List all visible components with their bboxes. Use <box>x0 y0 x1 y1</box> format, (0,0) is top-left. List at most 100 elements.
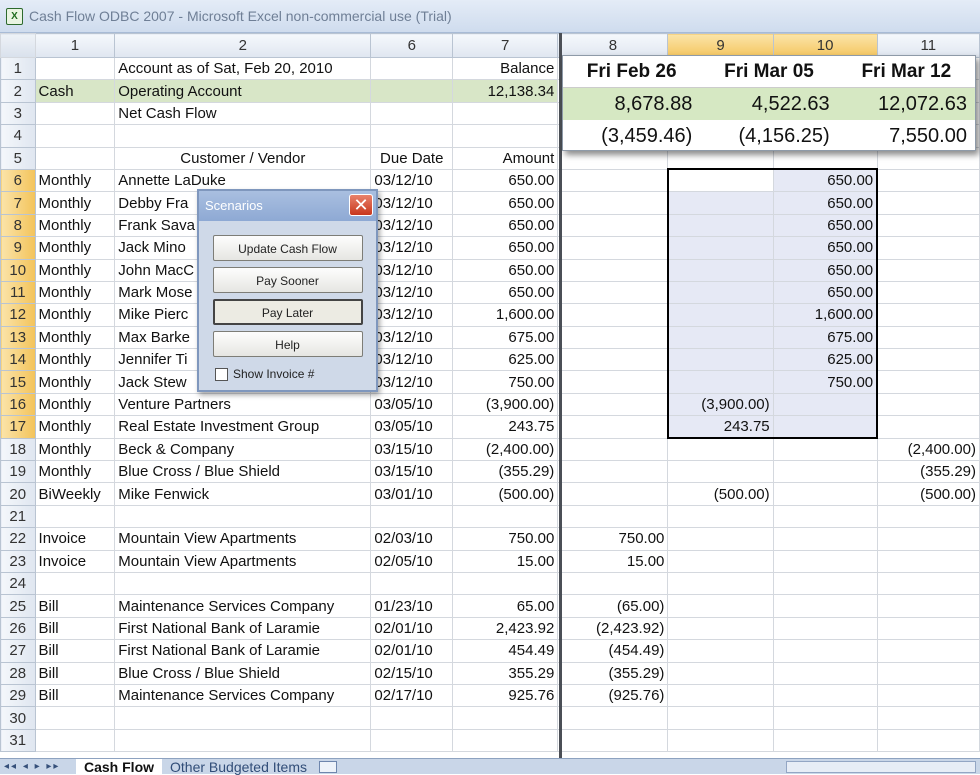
cell[interactable]: (355.29) <box>557 661 669 685</box>
cell[interactable] <box>772 549 878 573</box>
cell[interactable] <box>34 101 116 126</box>
cell[interactable] <box>772 728 878 753</box>
table-row[interactable]: 21 <box>0 504 980 529</box>
cell[interactable]: Monthly <box>34 168 116 193</box>
cell[interactable]: Monthly <box>34 392 116 417</box>
cell[interactable] <box>452 504 559 529</box>
cell[interactable] <box>452 571 559 596</box>
cell[interactable] <box>876 571 980 596</box>
cell[interactable] <box>876 549 980 573</box>
cell[interactable]: Due Date <box>370 146 454 170</box>
cell[interactable] <box>667 616 774 641</box>
cell[interactable]: Customer / Vendor <box>114 146 372 170</box>
cell[interactable] <box>772 460 878 484</box>
show-invoice-checkbox[interactable] <box>215 367 228 381</box>
cell[interactable] <box>557 460 669 484</box>
row-header[interactable]: 3 <box>0 101 36 126</box>
cell[interactable] <box>557 370 669 394</box>
cell[interactable]: (925.76) <box>557 683 669 708</box>
table-row[interactable]: 31 <box>0 728 980 753</box>
cell[interactable] <box>452 728 559 753</box>
table-row[interactable]: 17 Monthly Real Estate Investment Group 03/… <box>0 415 980 440</box>
cell[interactable] <box>772 706 878 730</box>
cell[interactable]: Blue Cross / Blue Shield <box>114 460 372 484</box>
column-header[interactable]: 7 <box>452 33 559 58</box>
cell[interactable]: Monthly <box>34 325 116 350</box>
cell[interactable] <box>666 258 774 282</box>
table-row[interactable]: 12 Monthly Mike Pierc 03/12/10 1,600.00 1,600… <box>0 303 980 327</box>
cell[interactable] <box>557 504 669 529</box>
cell[interactable] <box>876 348 980 372</box>
row-header[interactable]: 22 <box>0 527 36 551</box>
cell[interactable]: Monthly <box>34 280 116 305</box>
cell[interactable]: 03/12/10 <box>370 370 454 394</box>
row-header[interactable]: 15 <box>0 370 36 394</box>
table-row[interactable]: 25 Bill Maintenance Services Company 01/23/… <box>0 594 980 618</box>
cell[interactable]: Operating Account <box>114 79 372 103</box>
cell[interactable] <box>114 124 372 148</box>
cell[interactable]: 03/12/10 <box>370 303 454 327</box>
cell[interactable]: Maintenance Services Company <box>114 594 372 618</box>
cell[interactable]: 243.75 <box>452 415 559 439</box>
cell[interactable]: 650.00 <box>772 280 879 305</box>
pay-later-button[interactable]: Pay Later <box>212 299 363 325</box>
cell[interactable]: 625.00 <box>772 348 879 372</box>
cell[interactable] <box>114 504 372 529</box>
cell[interactable]: Real Estate Investment Group <box>114 415 372 439</box>
cell[interactable]: 355.29 <box>452 661 559 685</box>
cell[interactable] <box>667 460 774 484</box>
table-row[interactable]: 18 Monthly Beck & Company 03/15/10 (2,400.00… <box>0 437 980 462</box>
cell[interactable]: 650.00 <box>772 258 879 282</box>
table-row[interactable]: 24 <box>0 571 980 596</box>
cell[interactable]: (454.49) <box>557 639 669 663</box>
cell[interactable]: 03/12/10 <box>370 280 454 305</box>
row-header[interactable]: 18 <box>0 437 36 462</box>
cell[interactable] <box>876 683 980 708</box>
cell[interactable]: (355.29) <box>876 460 980 484</box>
cell[interactable] <box>370 79 454 103</box>
cell[interactable] <box>772 594 878 618</box>
row-header[interactable]: 11 <box>0 280 36 305</box>
row-header[interactable]: 4 <box>0 124 36 148</box>
cell[interactable]: Account as of Sat, Feb 20, 2010 <box>114 56 372 81</box>
cell[interactable] <box>666 280 774 305</box>
cell[interactable] <box>557 437 669 462</box>
cell[interactable]: 454.49 <box>452 639 559 663</box>
cell[interactable] <box>557 348 669 372</box>
cell[interactable] <box>370 124 454 148</box>
cell[interactable] <box>772 437 878 462</box>
cell[interactable]: Monthly <box>34 303 116 327</box>
cell[interactable] <box>666 370 774 394</box>
cell[interactable]: 243.75 <box>666 415 774 440</box>
cell[interactable] <box>370 706 454 730</box>
cell[interactable]: 750.00 <box>772 370 879 394</box>
row-header[interactable]: 31 <box>0 728 36 753</box>
cell[interactable] <box>876 594 980 618</box>
cell[interactable] <box>772 392 879 417</box>
cell[interactable]: 03/12/10 <box>370 191 454 215</box>
cell[interactable] <box>772 504 878 529</box>
row-header[interactable]: 13 <box>0 325 36 350</box>
cell[interactable] <box>34 504 116 529</box>
cell[interactable]: 1,600.00 <box>452 303 559 327</box>
cell[interactable]: (2,400.00) <box>876 437 980 462</box>
cell[interactable] <box>772 683 878 708</box>
cell[interactable] <box>557 236 669 260</box>
cell[interactable]: First National Bank of Laramie <box>114 639 372 663</box>
cell[interactable]: Monthly <box>34 415 116 439</box>
cell[interactable]: 02/05/10 <box>370 549 454 573</box>
cell[interactable]: Monthly <box>34 213 116 238</box>
cell[interactable]: (2,400.00) <box>452 437 559 462</box>
cell[interactable]: 925.76 <box>452 683 559 708</box>
cell[interactable]: 15.00 <box>557 549 669 573</box>
cell[interactable] <box>772 571 878 596</box>
cell[interactable] <box>876 639 980 663</box>
cell[interactable]: Net Cash Flow <box>114 101 372 126</box>
table-row[interactable]: 8 Monthly Frank Sava 03/12/10 650.00 650.00 <box>0 213 980 238</box>
row-header[interactable]: 17 <box>0 415 36 439</box>
cell[interactable]: (2,423.92) <box>557 616 669 641</box>
cell[interactable]: 02/03/10 <box>370 527 454 551</box>
table-row[interactable]: 20 BiWeekly Mike Fenwick 03/01/10 (500.00) (5… <box>0 482 980 506</box>
scenarios-dialog[interactable]: Scenarios ✕ Update Cash Flow Pay Sooner … <box>197 189 378 392</box>
cell[interactable] <box>667 639 774 663</box>
